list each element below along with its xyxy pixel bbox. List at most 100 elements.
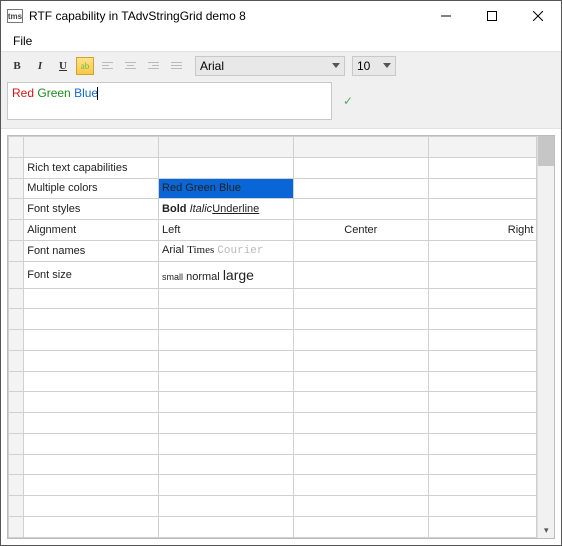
grid-cell[interactable]	[24, 330, 159, 351]
grid-cell[interactable]	[293, 475, 428, 496]
grid-cell[interactable]	[428, 371, 537, 392]
grid-cell[interactable]	[24, 475, 159, 496]
grid-cell[interactable]	[159, 350, 294, 371]
grid-cell[interactable]	[293, 517, 428, 538]
scroll-down-icon[interactable]: ▾	[538, 522, 554, 538]
grid-cell[interactable]	[159, 413, 294, 434]
grid-cell[interactable]: small normal large	[159, 261, 294, 288]
chevron-down-icon	[332, 63, 340, 68]
grid-cell[interactable]	[159, 157, 294, 178]
grid-cell[interactable]	[24, 496, 159, 517]
grid-cell[interactable]	[159, 309, 294, 330]
grid-cell[interactable]	[24, 454, 159, 475]
italic-button[interactable]: I	[30, 56, 50, 76]
grid-cell[interactable]	[428, 392, 537, 413]
grid-cell[interactable]	[428, 261, 537, 288]
grid-cell[interactable]	[293, 261, 428, 288]
grid-cell[interactable]	[159, 330, 294, 351]
grid-cell[interactable]	[159, 433, 294, 454]
align-right-button[interactable]	[143, 56, 163, 76]
table-row	[9, 309, 537, 330]
grid-cell[interactable]	[428, 413, 537, 434]
grid-cell[interactable]	[428, 240, 537, 261]
highlight-button[interactable]: ab	[76, 57, 94, 75]
grid-cell[interactable]	[293, 199, 428, 220]
grid-cell[interactable]	[24, 392, 159, 413]
grid-cell[interactable]: Alignment	[24, 220, 159, 241]
grid-cell[interactable]	[428, 199, 537, 220]
grid-cell[interactable]: Arial Times Courier	[159, 240, 294, 261]
grid-cell[interactable]	[293, 433, 428, 454]
grid-cell[interactable]	[24, 433, 159, 454]
align-center-button[interactable]	[120, 56, 140, 76]
grid-cell-selected[interactable]: Red Green Blue	[159, 178, 294, 199]
grid-cell[interactable]	[428, 178, 537, 199]
grid-cell[interactable]	[293, 330, 428, 351]
grid-cell[interactable]	[293, 413, 428, 434]
grid-cell[interactable]	[293, 371, 428, 392]
grid-cell[interactable]	[293, 240, 428, 261]
grid-cell[interactable]	[159, 371, 294, 392]
align-left-button[interactable]	[97, 56, 117, 76]
grid-cell[interactable]	[24, 371, 159, 392]
grid-cell[interactable]	[293, 350, 428, 371]
font-name-select[interactable]: Arial	[195, 56, 345, 76]
editor-text-red: Red	[12, 86, 34, 100]
grid-cell[interactable]	[293, 157, 428, 178]
bold-button[interactable]: B	[7, 56, 27, 76]
grid-cell[interactable]	[293, 392, 428, 413]
grid-cell[interactable]	[428, 517, 537, 538]
window-title: RTF capability in TAdvStringGrid demo 8	[29, 9, 423, 23]
grid-cell[interactable]: Font size	[24, 261, 159, 288]
grid-cell[interactable]	[24, 517, 159, 538]
grid-cell[interactable]	[428, 309, 537, 330]
grid-cell[interactable]	[24, 288, 159, 309]
grid-cell[interactable]	[293, 454, 428, 475]
scrollbar-thumb[interactable]	[538, 136, 554, 166]
grid-cell[interactable]: Multiple colors	[24, 178, 159, 199]
grid-cell[interactable]: Rich text capabilities	[24, 157, 159, 178]
grid-cell[interactable]	[293, 288, 428, 309]
grid-cell[interactable]: Bold ItalicUnderline	[159, 199, 294, 220]
grid-cell[interactable]	[428, 433, 537, 454]
grid-cell[interactable]	[159, 288, 294, 309]
grid-cell[interactable]	[428, 288, 537, 309]
grid-cell[interactable]	[159, 496, 294, 517]
grid-cell[interactable]	[24, 350, 159, 371]
table-row: Font sizesmall normal large	[9, 261, 537, 288]
grid-cell[interactable]	[428, 350, 537, 371]
grid-cell[interactable]: Center	[293, 220, 428, 241]
grid-cell[interactable]	[428, 454, 537, 475]
table-row	[9, 350, 537, 371]
vertical-scrollbar[interactable]: ▾	[537, 136, 554, 538]
grid-cell[interactable]	[428, 330, 537, 351]
align-justify-button[interactable]	[166, 56, 186, 76]
grid-cell[interactable]: Font styles	[24, 199, 159, 220]
grid-cell[interactable]	[428, 496, 537, 517]
grid-cell[interactable]	[293, 309, 428, 330]
grid-cell[interactable]	[24, 309, 159, 330]
table-row	[9, 475, 537, 496]
string-grid[interactable]: Rich text capabilities Multiple colorsRe…	[8, 136, 537, 538]
grid-cell[interactable]: Font names	[24, 240, 159, 261]
table-row: Font namesArial Times Courier	[9, 240, 537, 261]
underline-button[interactable]: U	[53, 56, 73, 76]
minimize-button[interactable]	[423, 1, 469, 31]
grid-cell[interactable]	[159, 517, 294, 538]
close-button[interactable]	[515, 1, 561, 31]
grid-cell[interactable]: Right	[428, 220, 537, 241]
grid-cell[interactable]	[293, 496, 428, 517]
menu-file[interactable]: File	[7, 32, 38, 50]
grid-cell[interactable]	[428, 475, 537, 496]
grid-cell[interactable]	[428, 157, 537, 178]
grid-cell[interactable]	[159, 475, 294, 496]
grid-cell[interactable]	[24, 413, 159, 434]
grid-cell[interactable]: Left	[159, 220, 294, 241]
grid-cell[interactable]	[159, 392, 294, 413]
font-size-select[interactable]: 10	[352, 56, 396, 76]
toolbar: B I U ab Arial 10	[7, 56, 555, 76]
grid-cell[interactable]	[159, 454, 294, 475]
grid-cell[interactable]	[293, 178, 428, 199]
rich-text-editor[interactable]: Red Green Blue	[7, 82, 332, 120]
maximize-button[interactable]	[469, 1, 515, 31]
